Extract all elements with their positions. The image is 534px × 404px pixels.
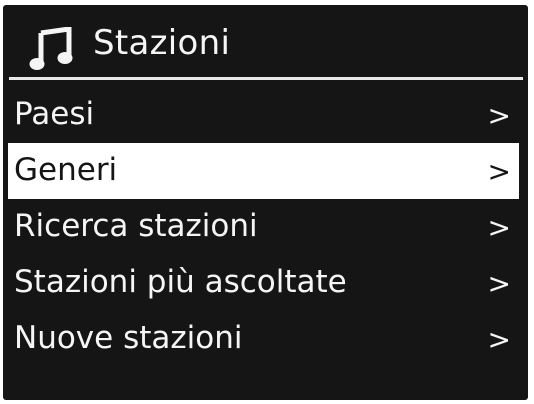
menu-item-label: Ricerca stazioni <box>14 208 258 244</box>
chevron-right-icon: > <box>487 99 511 132</box>
menu-item-ricerca-stazioni[interactable]: Ricerca stazioni > <box>8 199 519 255</box>
header-divider <box>9 77 523 80</box>
menu-item-label: Nuove stazioni <box>14 320 243 356</box>
menu-item-generi[interactable]: Generi > <box>8 143 519 199</box>
menu-item-label: Paesi <box>14 96 95 132</box>
header: Stazioni <box>3 5 528 79</box>
station-menu: Paesi > Generi > Ricerca stazioni > Staz… <box>3 87 528 367</box>
radio-display: Stazioni Paesi > Generi > Ricerca stazio… <box>3 5 528 400</box>
page-title: Stazioni <box>93 23 231 63</box>
chevron-right-icon: > <box>487 211 511 244</box>
chevron-right-icon: > <box>487 267 511 300</box>
chevron-right-icon: > <box>487 323 511 356</box>
music-note-icon <box>29 27 73 70</box>
menu-item-paesi[interactable]: Paesi > <box>8 87 519 143</box>
chevron-right-icon: > <box>487 155 511 188</box>
menu-item-stazioni-piu-ascoltate[interactable]: Stazioni più ascoltate > <box>8 255 519 311</box>
menu-item-label: Stazioni più ascoltate <box>14 264 347 300</box>
menu-item-label: Generi <box>14 152 118 188</box>
menu-item-nuove-stazioni[interactable]: Nuove stazioni > <box>8 311 519 367</box>
